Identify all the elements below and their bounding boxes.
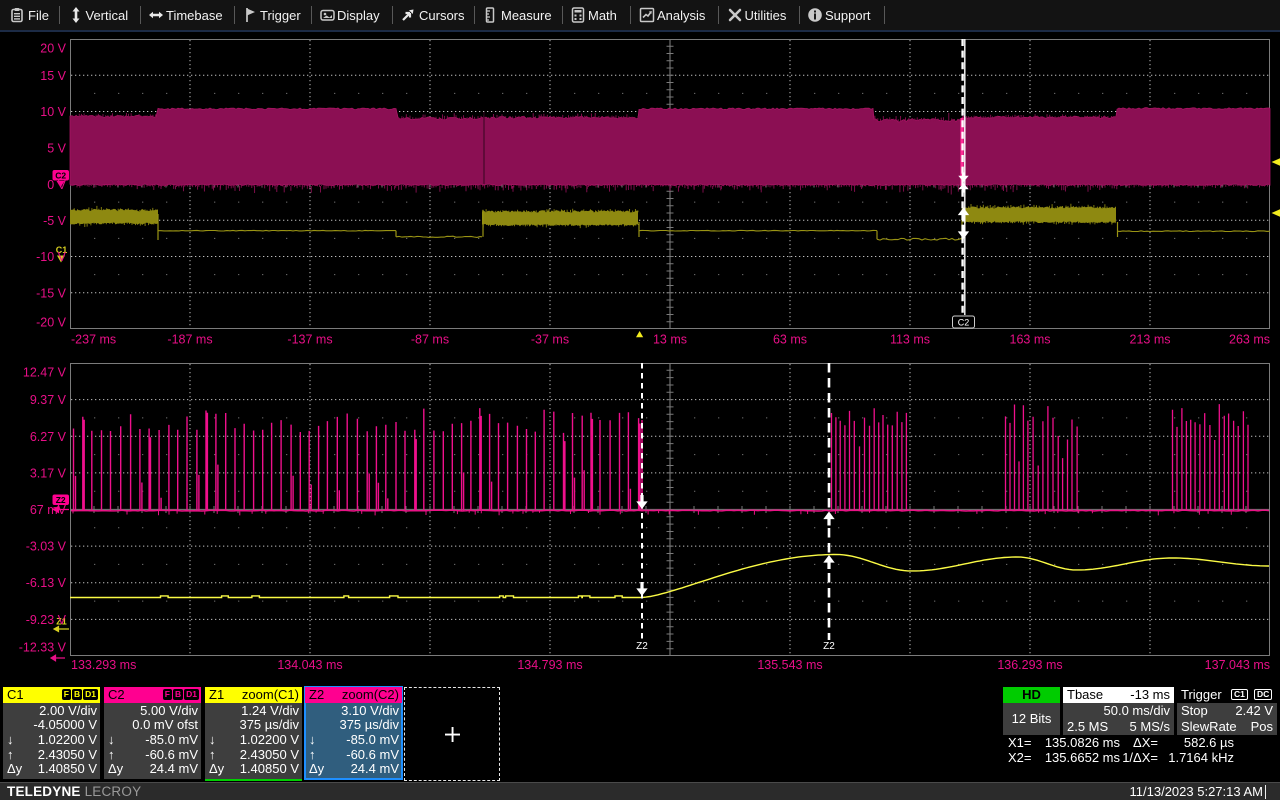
svg-text:-137 ms: -137 ms <box>287 333 332 347</box>
svg-text:-20 V: -20 V <box>36 316 67 330</box>
svg-text:134.793 ms: 134.793 ms <box>517 658 582 672</box>
svg-text:263 ms: 263 ms <box>1229 333 1270 347</box>
svg-text:C2: C2 <box>958 318 970 328</box>
svg-text:0 V: 0 V <box>47 178 66 192</box>
svg-text:-237 ms: -237 ms <box>71 333 116 347</box>
svg-text:6.27 V: 6.27 V <box>30 430 67 444</box>
svg-text:12.47 V: 12.47 V <box>23 366 67 380</box>
svg-text:20 V: 20 V <box>40 42 66 56</box>
svg-text:63 ms: 63 ms <box>773 333 807 347</box>
svg-text:-37 ms: -37 ms <box>531 333 569 347</box>
svg-text:9.37 V: 9.37 V <box>30 393 67 407</box>
svg-text:-15 V: -15 V <box>36 287 67 301</box>
svg-text:-87 ms: -87 ms <box>411 333 449 347</box>
svg-text:Z2: Z2 <box>636 641 648 652</box>
svg-text:Z2: Z2 <box>823 641 835 652</box>
svg-text:-12.33 V: -12.33 V <box>19 641 67 655</box>
svg-text:13 ms: 13 ms <box>653 333 687 347</box>
svg-text:113 ms: 113 ms <box>890 333 930 347</box>
svg-text:-9.23 V: -9.23 V <box>26 613 67 627</box>
svg-text:3.17 V: 3.17 V <box>30 466 67 480</box>
svg-text:10 V: 10 V <box>40 105 66 119</box>
svg-text:-10 V: -10 V <box>36 250 67 264</box>
svg-text:133.293 ms: 133.293 ms <box>71 658 136 672</box>
svg-text:-187 ms: -187 ms <box>167 333 212 347</box>
svg-text:137.043 ms: 137.043 ms <box>1205 658 1270 672</box>
svg-text:135.543 ms: 135.543 ms <box>757 658 822 672</box>
svg-text:-3.03 V: -3.03 V <box>26 540 67 554</box>
svg-text:163 ms: 163 ms <box>1010 333 1051 347</box>
svg-text:5 V: 5 V <box>47 142 66 156</box>
svg-text:213 ms: 213 ms <box>1130 333 1171 347</box>
svg-text:15 V: 15 V <box>40 69 66 83</box>
svg-text:-6.13 V: -6.13 V <box>26 576 67 590</box>
svg-text:67 mV: 67 mV <box>30 503 67 517</box>
svg-text:-5 V: -5 V <box>43 214 67 228</box>
svg-text:136.293 ms: 136.293 ms <box>997 658 1062 672</box>
svg-text:134.043 ms: 134.043 ms <box>277 658 342 672</box>
